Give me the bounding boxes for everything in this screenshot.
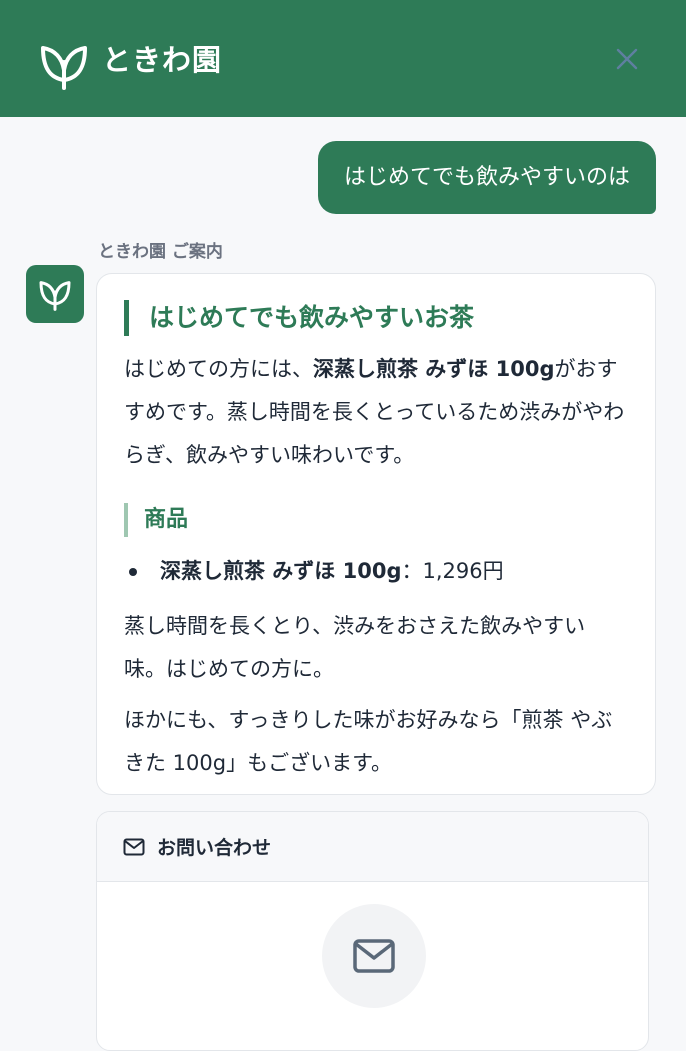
bot-response-card: はじめてでも飲みやすいお茶 はじめての方には、深蒸し煎茶 みずほ 100gがおす… xyxy=(96,273,656,795)
bot-sender-label: ときわ園 ご案内 xyxy=(98,242,223,262)
section-title-products: 商品 xyxy=(124,503,625,537)
contact-header: お問い合わせ xyxy=(97,812,648,882)
leaf-icon xyxy=(41,46,87,90)
product-separator: ： xyxy=(401,559,423,583)
contact-card[interactable]: お問い合わせ xyxy=(96,811,649,1051)
app-header: ときわ園 xyxy=(0,0,686,117)
intro-product: 深蒸し煎茶 みずほ 100g xyxy=(313,357,555,381)
mail-icon xyxy=(123,838,145,855)
leaf-icon xyxy=(39,281,71,311)
list-item: 深蒸し煎茶 みずほ 100g：1,296円 xyxy=(124,553,625,589)
answer-title: はじめてでも飲みやすいお茶 xyxy=(124,300,625,336)
brand-name: ときわ園 xyxy=(102,43,223,77)
product-price: 1,296円 xyxy=(422,559,504,583)
bot-avatar xyxy=(26,265,84,323)
mail-icon xyxy=(353,939,395,973)
user-message-bubble: はじめてでも飲みやすいのは xyxy=(317,141,656,214)
product-name: 深蒸し煎茶 みずほ 100g xyxy=(160,559,402,583)
close-icon xyxy=(616,48,638,70)
alternative-suggestion: ほかにも、すっきりした味がお好みなら「煎茶 やぶきた 100g」もございます。 xyxy=(124,708,613,775)
contact-title: お問い合わせ xyxy=(157,837,272,859)
product-description: 蒸し時間を長くとり、渋みをおさえた飲みやすい味。はじめての方に。 xyxy=(124,614,586,681)
intro-paragraph: はじめての方には、深蒸し煎茶 みずほ 100gがおすすめです。蒸し時間を長くとっ… xyxy=(124,348,625,477)
close-button[interactable] xyxy=(611,43,643,75)
intro-prefix: はじめての方には、 xyxy=(124,357,313,381)
product-list: 深蒸し煎茶 みずほ 100g：1,296円 xyxy=(124,553,625,589)
contact-mail-button[interactable] xyxy=(322,904,426,1008)
